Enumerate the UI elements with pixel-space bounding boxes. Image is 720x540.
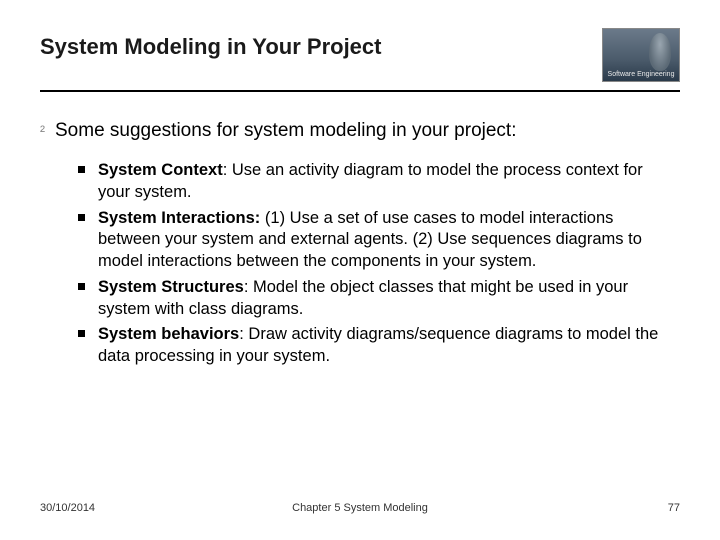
slide-title: System Modeling in Your Project bbox=[40, 28, 381, 60]
square-bullet-icon bbox=[78, 214, 85, 221]
footer-chapter: Chapter 5 System Modeling bbox=[40, 502, 680, 514]
bullet-term: System behaviors bbox=[98, 325, 239, 343]
list-item: System Context: Use an activity diagram … bbox=[98, 160, 660, 204]
lead-line: ² Some suggestions for system modeling i… bbox=[40, 120, 680, 144]
logo-label: Software Engineering bbox=[603, 71, 679, 79]
content-area: ² Some suggestions for system modeling i… bbox=[40, 120, 680, 368]
square-bullet-icon bbox=[78, 330, 85, 337]
slide: System Modeling in Your Project Software… bbox=[0, 0, 720, 540]
bullet-list: System Context: Use an activity diagram … bbox=[40, 160, 680, 368]
bullet-term: System Structures bbox=[98, 278, 244, 296]
header-divider bbox=[40, 90, 680, 92]
footer-page-number: 77 bbox=[668, 502, 680, 514]
book-cover-logo: Software Engineering bbox=[602, 28, 680, 82]
list-item: System Interactions: (1) Use a set of us… bbox=[98, 208, 660, 273]
square-bullet-icon bbox=[78, 283, 85, 290]
header: System Modeling in Your Project Software… bbox=[40, 28, 680, 82]
bullet-term: System Context bbox=[98, 161, 223, 179]
footer: 30/10/2014 Chapter 5 System Modeling 77 bbox=[40, 502, 680, 514]
footer-date: 30/10/2014 bbox=[40, 502, 95, 514]
diamond-bullet-icon: ² bbox=[40, 120, 45, 144]
square-bullet-icon bbox=[78, 166, 85, 173]
lead-text: Some suggestions for system modeling in … bbox=[55, 120, 517, 142]
bullet-term: System Interactions: bbox=[98, 209, 260, 227]
list-item: System behaviors: Draw activity diagrams… bbox=[98, 324, 660, 368]
list-item: System Structures: Model the object clas… bbox=[98, 277, 660, 321]
